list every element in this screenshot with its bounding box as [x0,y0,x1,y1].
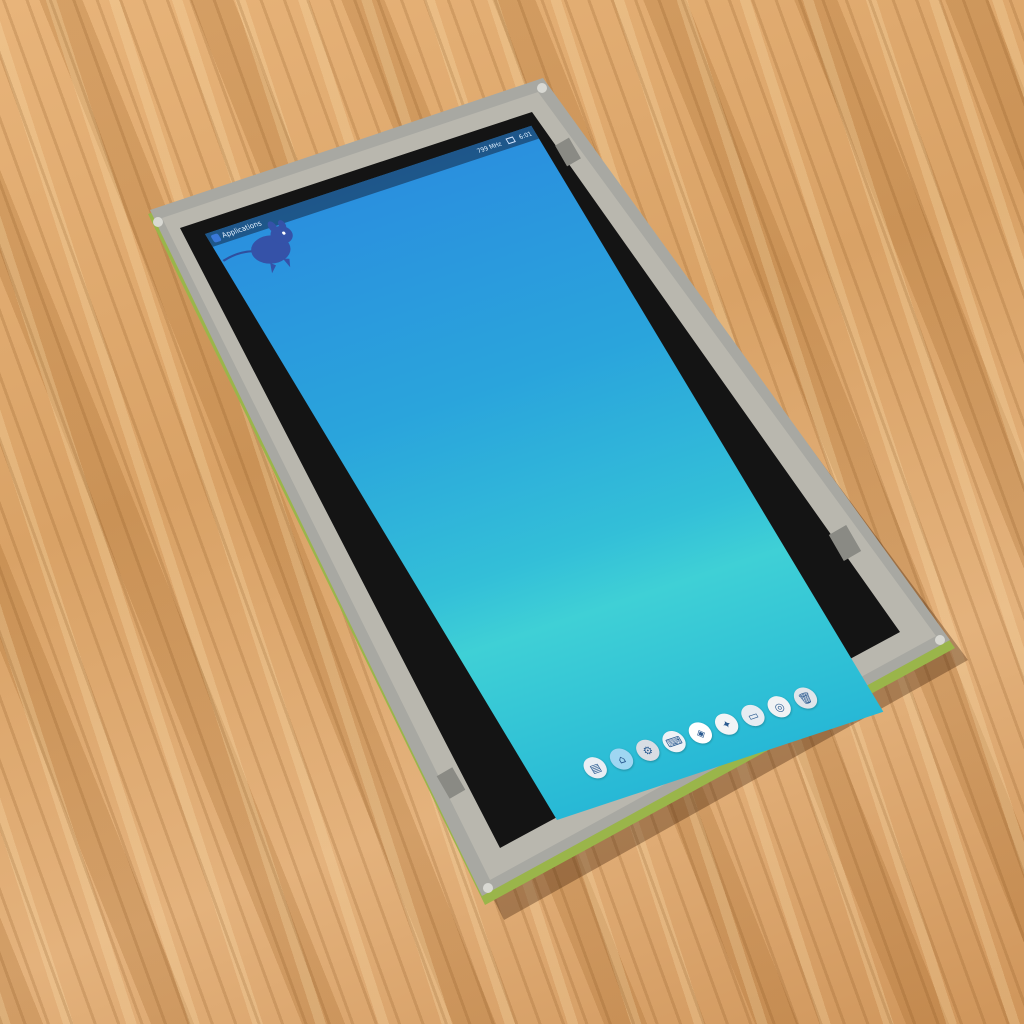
dock-item-trash[interactable]: 🗑 [789,684,822,712]
bird-icon: ✦ [718,716,735,732]
battery-icon[interactable] [504,136,516,145]
dock-item-files[interactable]: ▤ [579,754,612,782]
dock-item-folder[interactable]: ▭ [736,702,769,729]
keyboard-icon: ⌨ [663,733,685,750]
trash-icon: 🗑 [795,689,816,707]
dock-item-apps[interactable]: ◈ [684,719,717,747]
dock-item-home[interactable]: ⌂ [605,745,638,773]
screw [935,635,945,645]
folder-icon: ▭ [744,707,762,723]
photo-scene: Applications 799 MHz 6:01 ▤ ⌂ ⚙ ⌨ ◈ ✦ ▭ … [0,0,1024,1024]
cpu-speed: 799 MHz [475,140,504,155]
apps-icon: ◈ [692,725,708,741]
files-icon: ▤ [586,760,604,776]
disk-icon: ◎ [771,699,788,715]
screw [153,217,163,227]
dock-item-keyboard[interactable]: ⌨ [658,728,691,756]
clock[interactable]: 6:01 [517,130,533,140]
screw [537,83,547,93]
dock-item-settings[interactable]: ⚙ [631,736,664,764]
home-icon: ⌂ [614,752,629,767]
settings-icon: ⚙ [639,742,656,758]
screw [483,883,493,893]
dock-item-bird[interactable]: ✦ [710,710,743,738]
dock-item-disk[interactable]: ◎ [763,693,796,721]
